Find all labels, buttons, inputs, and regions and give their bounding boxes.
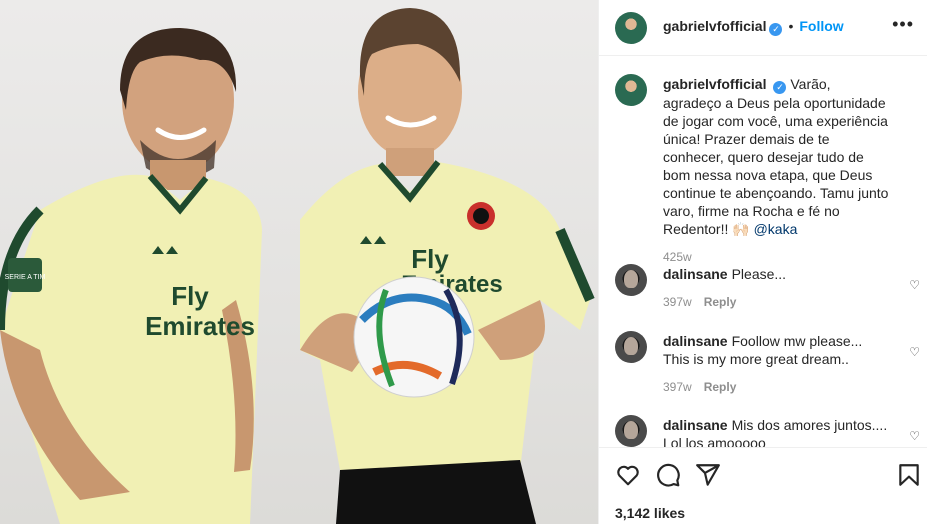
comment-username[interactable]: dalinsane	[663, 417, 728, 433]
sponsor-fly-right: Fly	[411, 244, 449, 274]
verified-badge-icon: ✓	[769, 23, 783, 36]
likes-count[interactable]: 3,142 likes	[615, 505, 685, 521]
comment-meta: 397w Reply	[663, 293, 891, 311]
left-player: SERIE A TIM Fly Emirates	[0, 28, 262, 524]
share-icon[interactable]	[695, 462, 721, 488]
author-line: gabrielvfofficial ✓ • Follow	[663, 18, 844, 36]
comment-body: dalinsane Foollow mw please... This is my…	[663, 332, 891, 396]
author-avatar[interactable]	[615, 12, 647, 44]
caption-avatar[interactable]	[615, 74, 647, 106]
reply-button[interactable]: Reply	[704, 380, 737, 394]
verified-badge-icon: ✓	[773, 81, 787, 94]
author-username[interactable]: gabrielvfofficial	[663, 18, 766, 34]
sponsor-fly-left: Fly	[171, 281, 209, 311]
post-panel: gabrielvfofficial ✓ • Follow ••• gabrielvfo…	[598, 0, 927, 524]
comment-meta: 397w Reply	[663, 378, 891, 396]
comment-like-heart-icon[interactable]: ♡	[909, 345, 920, 359]
caption-username[interactable]: gabrielvfofficial	[663, 76, 766, 92]
caption-mention[interactable]: @kaka	[754, 221, 798, 237]
post-photo: SERIE A TIM Fly Emirates Fly Emirates	[0, 8, 595, 524]
bookmark-icon[interactable]	[896, 462, 922, 488]
caption-meta: 425w	[663, 248, 891, 266]
comment-body: dalinsane Mis dos amores juntos.... Lol l…	[663, 416, 891, 447]
comment-like-heart-icon[interactable]: ♡	[909, 278, 920, 292]
heart-icon[interactable]	[615, 462, 641, 488]
badge-text: SERIE A TIM	[5, 274, 46, 281]
commenter-avatar[interactable]	[615, 264, 647, 296]
comments-section[interactable]: gabrielvfofficial ✓ Varão, agradeço a Deu…	[599, 57, 927, 447]
caption-text: Varão, agradeço a Deus pela oportunidade…	[663, 76, 889, 237]
comment-text: Please...	[731, 266, 787, 282]
comment-icon[interactable]	[655, 462, 681, 488]
commenter-avatar[interactable]	[615, 415, 647, 447]
commenter-avatar[interactable]	[615, 331, 647, 363]
sponsor-emirates-left: Emirates	[145, 311, 255, 341]
caption-body: gabrielvfofficial ✓ Varão, agradeço a Deu…	[663, 75, 891, 266]
comment-like-heart-icon[interactable]: ♡	[909, 429, 920, 443]
comment-time[interactable]: 397w	[663, 295, 692, 309]
follow-button[interactable]: Follow	[799, 18, 843, 34]
comment-body: dalinsane Please... 397w Reply	[663, 265, 891, 311]
comment-time[interactable]: 397w	[663, 380, 692, 394]
caption-time[interactable]: 425w	[663, 250, 692, 264]
football	[353, 276, 475, 398]
comment-username[interactable]: dalinsane	[663, 333, 728, 349]
post-image[interactable]: SERIE A TIM Fly Emirates Fly Emirates	[0, 0, 598, 524]
right-player: Fly Emirates	[300, 8, 595, 524]
separator-dot: •	[788, 18, 794, 34]
post-actions: 3,142 likes	[599, 447, 927, 524]
post-header: gabrielvfofficial ✓ • Follow •••	[599, 0, 927, 56]
comment-username[interactable]: dalinsane	[663, 266, 728, 282]
reply-button[interactable]: Reply	[704, 295, 737, 309]
more-options-icon[interactable]: •••	[892, 14, 914, 35]
